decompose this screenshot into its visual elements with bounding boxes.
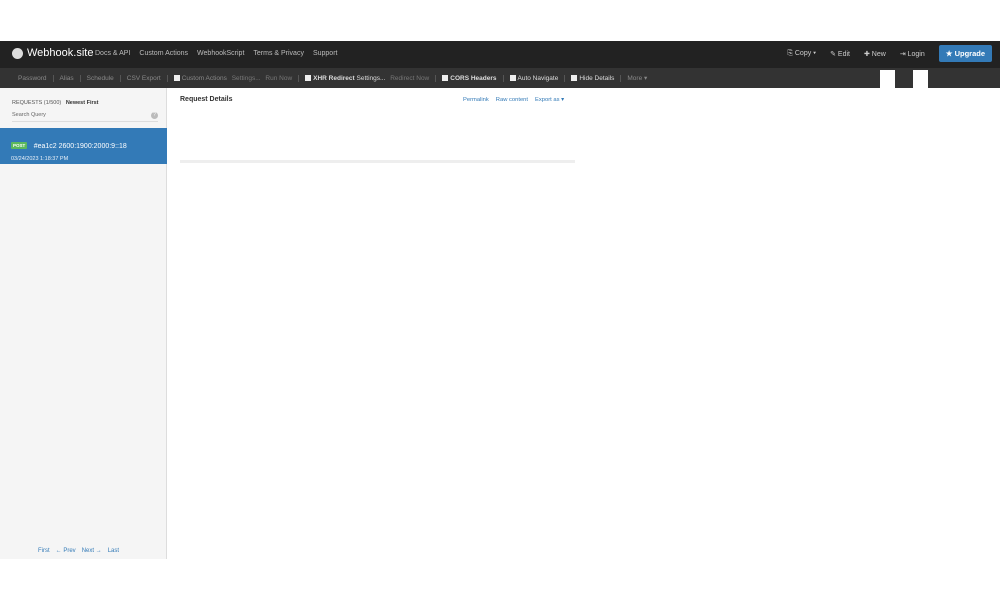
hide-details-checkbox[interactable] xyxy=(571,74,578,81)
custom-actions-toggle[interactable]: Custom Actions Settings... Run Now xyxy=(168,74,300,82)
method-badge: POST xyxy=(11,142,28,149)
auto-navigate-label: Auto Navigate xyxy=(517,74,559,82)
edit-icon: ✎ xyxy=(830,50,838,58)
request-details-actions: Permalink Raw content Export as ▾ xyxy=(463,97,564,103)
search-placeholder: Search Query xyxy=(12,112,46,118)
custom-actions-label: Custom Actions xyxy=(181,74,227,82)
new-label: New xyxy=(871,50,886,58)
edit-button[interactable]: ✎ Edit xyxy=(830,50,850,58)
cors-checkbox[interactable] xyxy=(442,74,449,81)
copy-button[interactable]: ⎘ Copy ▾ xyxy=(787,50,816,58)
auto-navigate-toggle[interactable]: Auto Navigate xyxy=(504,74,566,82)
webhook-logo-icon xyxy=(12,47,23,59)
request-sidebar: REQUESTS (1/500) Newest First Search Que… xyxy=(0,88,167,559)
search-query-input[interactable]: Search Query ? xyxy=(12,112,158,122)
password-button[interactable]: Password xyxy=(12,74,54,82)
xhr-redirect-toggle[interactable]: XHR Redirect Settings... Redirect Now xyxy=(299,74,437,82)
custom-actions-settings[interactable]: Settings... xyxy=(232,75,261,82)
login-button[interactable]: ⇥ Login xyxy=(900,50,925,58)
login-icon: ⇥ xyxy=(899,50,908,58)
schedule-button[interactable]: Schedule xyxy=(81,74,121,82)
hide-details-label: Hide Details xyxy=(579,74,615,82)
xhr-redirect-label: XHR Redirect xyxy=(313,74,355,82)
nav-link-custom-actions[interactable]: Custom Actions xyxy=(139,50,188,57)
xhr-redirect-checkbox[interactable] xyxy=(305,74,312,81)
nav-links: Docs & API Custom Actions WebhookScript … xyxy=(95,50,337,57)
spacer54 xyxy=(180,150,575,163)
copy-icon: ⎘ xyxy=(787,49,795,57)
request-id: #ea1c2 2600:1900:2000:9::18 xyxy=(33,143,127,150)
upgrade-label: Upgrade xyxy=(954,49,985,58)
more-label: More xyxy=(627,75,643,82)
more-menu[interactable]: More ▾ xyxy=(621,74,653,82)
request-date: 03/24/2023 1:18:37 PM xyxy=(11,156,69,162)
auto-navigate-checkbox[interactable] xyxy=(509,74,516,81)
edit-label: Edit xyxy=(837,50,850,58)
nav-actions: ⎘ Copy ▾ ✎ Edit ✚ New ⇥ Login ★ Upgrade xyxy=(787,45,992,62)
sort-order-toggle[interactable]: Newest First xyxy=(66,100,99,106)
nav-link-terms[interactable]: Terms & Privacy xyxy=(253,50,304,57)
raw-content-link[interactable]: Raw content xyxy=(496,97,528,103)
login-label: Login xyxy=(907,50,925,58)
run-now-button[interactable]: Run Now xyxy=(265,75,292,82)
pager-last[interactable]: Last xyxy=(108,548,119,554)
pagination: First ← Prev Next → Last xyxy=(38,548,119,554)
new-button[interactable]: ✚ New xyxy=(864,50,886,58)
nav-link-support[interactable]: Support xyxy=(313,50,338,57)
export-label: Export as xyxy=(535,97,560,103)
xhr-settings[interactable]: Settings... xyxy=(357,75,386,82)
export-dropdown[interactable]: Export as ▾ xyxy=(535,97,564,103)
request-list-item[interactable]: POST #ea1c2 2600:1900:2000:9::18 03/24/2… xyxy=(0,128,167,164)
hide-details-toggle[interactable]: Hide Details xyxy=(565,74,622,82)
brand[interactable]: Webhook.site xyxy=(12,47,93,59)
requests-count: REQUESTS (1/500) xyxy=(12,100,62,106)
redirect-now-button[interactable]: Redirect Now xyxy=(390,75,429,82)
pager-prev[interactable]: ← Prev xyxy=(56,548,76,554)
nav-link-webhookscript[interactable]: WebhookScript xyxy=(197,50,244,57)
main-content: Request Details Permalink Raw content Ex… xyxy=(180,88,986,559)
csv-export-button[interactable]: CSV Export xyxy=(121,74,168,82)
top-navbar: Webhook.site Docs & API Custom Actions W… xyxy=(0,41,1000,68)
requests-header: REQUESTS (1/500) Newest First xyxy=(12,100,99,106)
brand-name: Webhook.site xyxy=(27,47,94,59)
cors-label: CORS Headers xyxy=(450,74,497,82)
alias-button[interactable]: Alias xyxy=(54,74,81,82)
request-details-title: Request Details xyxy=(180,96,233,103)
plus-icon: ✚ xyxy=(863,50,872,58)
star-icon: ★ xyxy=(945,49,955,58)
app-screen: Webhook.site Docs & API Custom Actions W… xyxy=(0,41,1000,559)
permalink-link[interactable]: Permalink xyxy=(463,97,489,103)
nav-link-docs[interactable]: Docs & API xyxy=(95,50,130,57)
copy-label: Copy xyxy=(794,49,812,57)
help-icon[interactable]: ? xyxy=(151,112,158,119)
pager-next[interactable]: Next → xyxy=(82,548,102,554)
custom-actions-checkbox[interactable] xyxy=(173,74,180,81)
upgrade-button[interactable]: ★ Upgrade xyxy=(938,45,992,62)
pager-first[interactable]: First xyxy=(38,548,50,554)
cors-headers-toggle[interactable]: CORS Headers xyxy=(436,74,504,82)
sub-toolbar: Password Alias Schedule CSV Export Custo… xyxy=(0,68,1000,88)
